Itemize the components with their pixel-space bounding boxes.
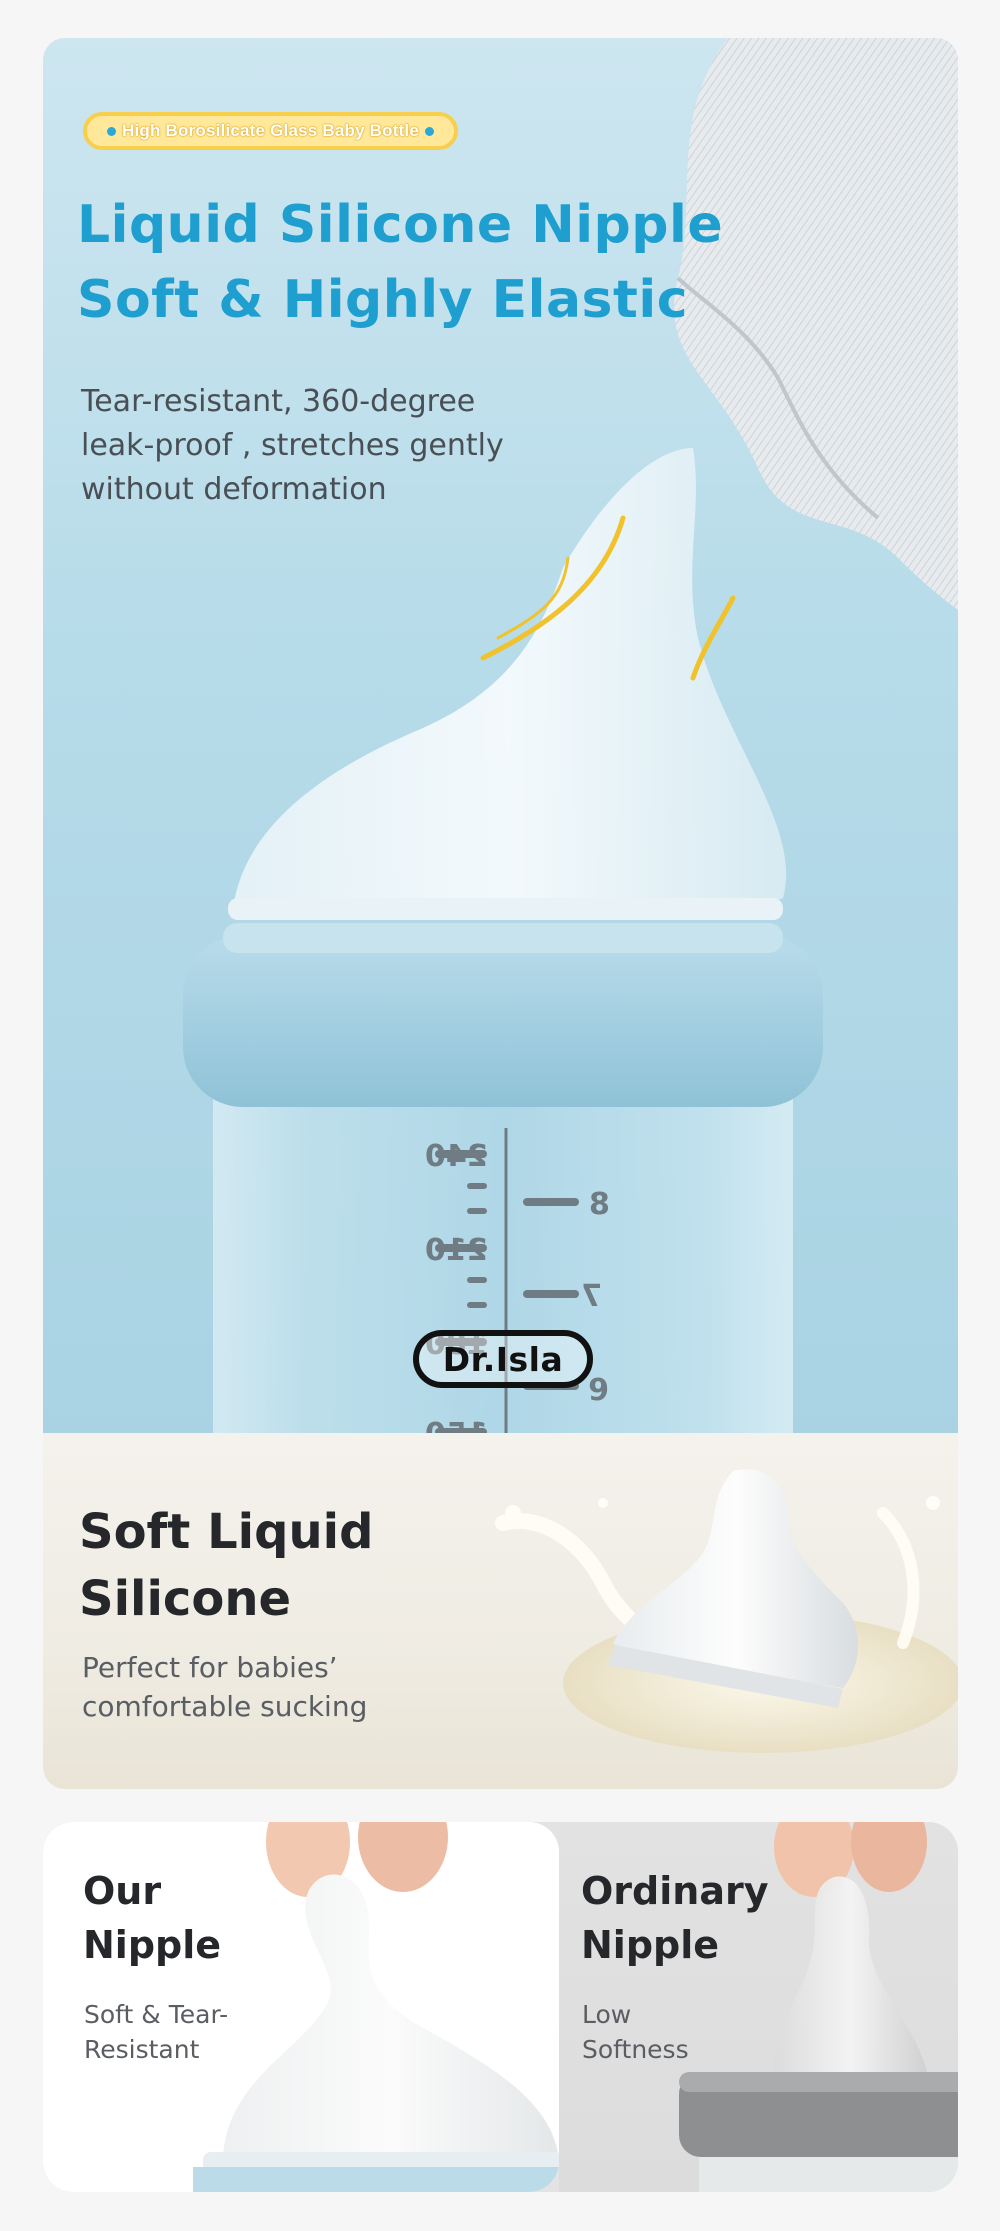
- our-title-line-2: Nipple: [83, 1923, 222, 1967]
- hero-title-line-1: Liquid Silicone Nipple: [77, 195, 724, 255]
- ordinary-nipple-card: Ordinary Nipple Low Softness: [559, 1822, 958, 2192]
- scale-label-240: 240: [425, 1139, 488, 1174]
- scale-label-210: 210: [425, 1233, 488, 1268]
- our-title-line-1: Our: [83, 1869, 162, 1913]
- our-nipple-card: Our Nipple Soft & Tear- Resistant: [43, 1822, 559, 2192]
- ordinary-desc-line-2: Softness: [582, 2035, 689, 2064]
- badge-dot-left: [107, 126, 116, 136]
- ordinary-title-line-1: Ordinary: [581, 1869, 769, 1913]
- badge-dot-right: [425, 126, 435, 136]
- ordinary-desc-line-1: Low: [582, 2000, 632, 2029]
- soft-silicone-title: Soft Liquid Silicone: [79, 1499, 373, 1633]
- our-desc-line-2: Resistant: [84, 2035, 200, 2064]
- brand-logo: Dr.Isla: [413, 1330, 593, 1388]
- hero-title: Liquid Silicone Nipple Soft & Highly Ela…: [77, 188, 723, 338]
- scale-label-150: 150: [425, 1417, 488, 1433]
- soft-silicone-description: Perfect for babies’ comfortable sucking: [82, 1648, 367, 1726]
- scale-label-6: 6: [588, 1370, 609, 1405]
- soft-silicone-title-line-1: Soft Liquid: [79, 1504, 374, 1560]
- ordinary-nipple-description: Low Softness: [582, 1997, 689, 2067]
- our-nipple-description: Soft & Tear- Resistant: [84, 1997, 228, 2067]
- hero-description: Tear-resistant, 360-degree leak-proof , …: [81, 380, 504, 512]
- scale-label-7: 7: [581, 1279, 602, 1314]
- badge-label: High Borosilicate Glass Baby Bottle: [122, 121, 420, 140]
- soft-silicone-section: Soft Liquid Silicone Perfect for babies’…: [43, 1433, 958, 1789]
- hero-desc-line-2: leak-proof , stretches gently: [81, 428, 504, 463]
- product-page: 240 210 180 150 8 7 6 High Borosilica: [0, 0, 1000, 2231]
- hero-desc-line-1: Tear-resistant, 360-degree: [81, 384, 476, 419]
- our-desc-line-1: Soft & Tear-: [84, 2000, 229, 2029]
- hero-desc-line-3: without deformation: [81, 472, 387, 507]
- cloth-hand-image: [674, 38, 958, 610]
- hero-section: 240 210 180 150 8 7 6 High Borosilica: [43, 38, 958, 1433]
- hero-title-line-2: Soft & Highly Elastic: [77, 270, 689, 330]
- ordinary-nipple-title: Ordinary Nipple: [581, 1864, 768, 1972]
- nipple-comparison: Ordinary Nipple Low Softness Our Nipple …: [43, 1822, 958, 2192]
- soft-silicone-title-line-2: Silicone: [79, 1571, 292, 1627]
- scale-label-8: 8: [589, 1187, 610, 1222]
- brand-logo-text: Dr.Isla: [442, 1339, 564, 1379]
- soft-silicone-desc-line-1: Perfect for babies’: [82, 1651, 338, 1684]
- soft-silicone-desc-line-2: comfortable sucking: [82, 1690, 368, 1723]
- ordinary-title-line-2: Nipple: [581, 1923, 720, 1967]
- our-nipple-title: Our Nipple: [83, 1864, 221, 1972]
- product-type-badge: High Borosilicate Glass Baby Bottle: [83, 112, 459, 150]
